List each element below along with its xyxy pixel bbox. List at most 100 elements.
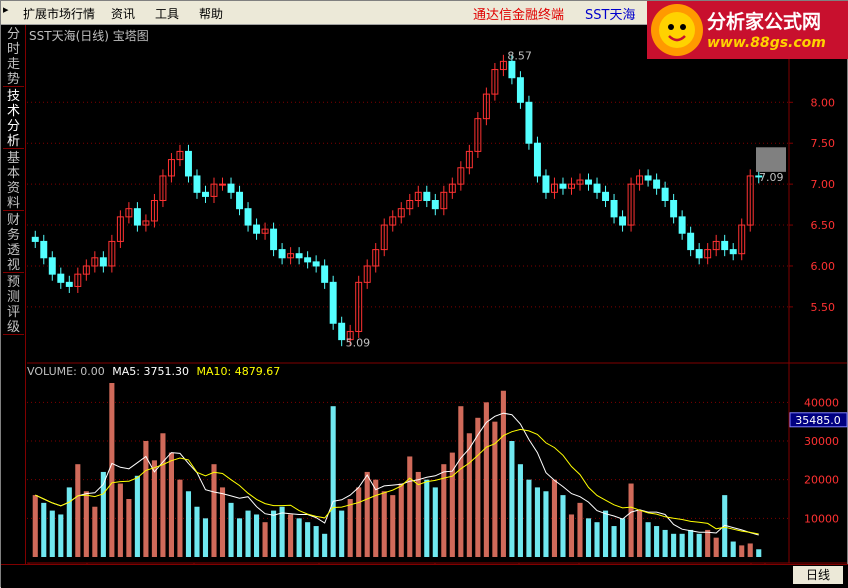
- volume-bar: [219, 487, 226, 557]
- volume-bar: [177, 479, 183, 557]
- volume-bar: [747, 543, 753, 557]
- candle-body: [610, 200, 618, 218]
- candle-body: [338, 322, 346, 341]
- volume-bar: [279, 506, 285, 557]
- candle-body: [244, 208, 252, 226]
- volume-bar: [458, 406, 464, 557]
- price-tick-label: 7.50: [811, 137, 836, 150]
- volume-bar: [288, 514, 294, 557]
- candle-body: [270, 228, 278, 251]
- volume-bar: [32, 495, 38, 557]
- volume-bar: [424, 479, 430, 557]
- candle-body: [31, 236, 39, 242]
- volume-bar: [398, 483, 404, 557]
- volume-bar: [628, 483, 634, 557]
- volume-bar: [560, 495, 566, 557]
- volume-bar: [543, 491, 549, 557]
- candle-body: [423, 191, 431, 202]
- volume-bar: [228, 502, 234, 557]
- volume-bar: [109, 383, 115, 557]
- candle-body: [312, 261, 320, 267]
- volume-bar: [262, 522, 268, 557]
- candle-body: [585, 179, 592, 185]
- candle-body: [236, 191, 244, 210]
- candle-body: [219, 183, 226, 186]
- candle-body: [619, 216, 627, 226]
- volume-bar: [713, 537, 719, 557]
- volume-bar: [500, 390, 506, 557]
- volume-bar: [585, 518, 592, 557]
- price-tick-label: 6.00: [811, 260, 836, 273]
- volume-bar: [356, 487, 362, 557]
- volume-bar: [117, 483, 123, 557]
- volume-bar: [271, 510, 277, 557]
- volume-bar: [602, 510, 609, 557]
- volume-bar: [194, 506, 200, 557]
- candle-body: [653, 179, 661, 189]
- volume-bar: [577, 502, 583, 557]
- volume-bar: [373, 479, 379, 557]
- volume-bar: [390, 495, 396, 557]
- volume-bar: [254, 514, 260, 557]
- candle-body: [304, 257, 312, 263]
- volume-bar: [202, 518, 209, 557]
- volume-bar: [151, 460, 157, 557]
- volume-bar: [671, 533, 677, 557]
- logo-url[interactable]: www.88gs.com: [707, 35, 826, 51]
- volume-bar: [83, 491, 89, 557]
- candle-body: [278, 249, 286, 259]
- sun-flower-icon: [651, 4, 703, 56]
- candle-body: [65, 281, 73, 287]
- volume-bar: [185, 491, 192, 557]
- candle-body: [593, 183, 601, 193]
- volume-bar: [594, 522, 600, 557]
- candle-body: [670, 200, 678, 218]
- volume-bar: [611, 526, 617, 557]
- low-price-annotation: 5.09: [346, 336, 371, 349]
- volume-legend: VOLUME: 0.00 MA5: 3751.30 MA10: 4879.67: [27, 365, 284, 378]
- current-volume-label: 35485.0: [795, 414, 841, 427]
- volume-bar: [679, 533, 685, 557]
- volume-value: VOLUME: 0.00: [27, 365, 105, 378]
- volume-bar: [432, 487, 438, 557]
- candle-body: [678, 216, 686, 234]
- volume-bar: [509, 441, 515, 557]
- volume-bar: [305, 522, 311, 557]
- volume-bar: [526, 479, 532, 557]
- candle-body: [48, 257, 56, 275]
- volume-bar: [696, 533, 702, 557]
- volume-tick-label: 20000: [804, 474, 839, 487]
- volume-bar: [313, 526, 319, 557]
- volume-bar: [364, 471, 370, 557]
- period-button[interactable]: 日线: [793, 566, 843, 584]
- price-tick-label: 5.50: [811, 301, 836, 314]
- candle-body: [431, 200, 439, 210]
- candle-body: [133, 208, 141, 226]
- volume-bar: [688, 529, 694, 557]
- last-price-label: 7.09: [759, 171, 784, 184]
- volume-bar: [58, 514, 64, 557]
- candle-body: [721, 240, 729, 251]
- volume-bar: [517, 464, 523, 557]
- high-price-annotation: 8.57: [507, 50, 532, 63]
- candle-body: [253, 224, 261, 234]
- volume-tick-label: 30000: [804, 435, 839, 448]
- volume-bar: [466, 433, 472, 557]
- volume-bar: [381, 491, 387, 557]
- candle-body: [329, 281, 337, 324]
- volume-bar: [160, 433, 166, 557]
- price-volume-chart[interactable]: 8.00 7.50 7.00 6.50 6.00 5.50 40000 30000 20000 1…: [1, 1, 848, 588]
- volume-bar: [75, 464, 81, 557]
- last-price-marker: [756, 147, 786, 172]
- volume-bar: [756, 549, 762, 557]
- logo-title: 分析家公式网: [707, 11, 822, 33]
- volume-bar: [534, 487, 540, 557]
- volume-bar: [126, 499, 132, 557]
- site-logo: 分析家公式网 www.88gs.com: [647, 1, 848, 59]
- volume-bar: [41, 502, 47, 557]
- candle-body: [516, 77, 524, 103]
- volume-bar: [134, 475, 140, 557]
- volume-bar: [245, 510, 251, 557]
- app-window: ▸ 扩展市场行情 资讯 工具 帮助 通达信金融终端 SST天海 分析家公式网 w…: [0, 0, 848, 588]
- chart-grid: [27, 45, 847, 564]
